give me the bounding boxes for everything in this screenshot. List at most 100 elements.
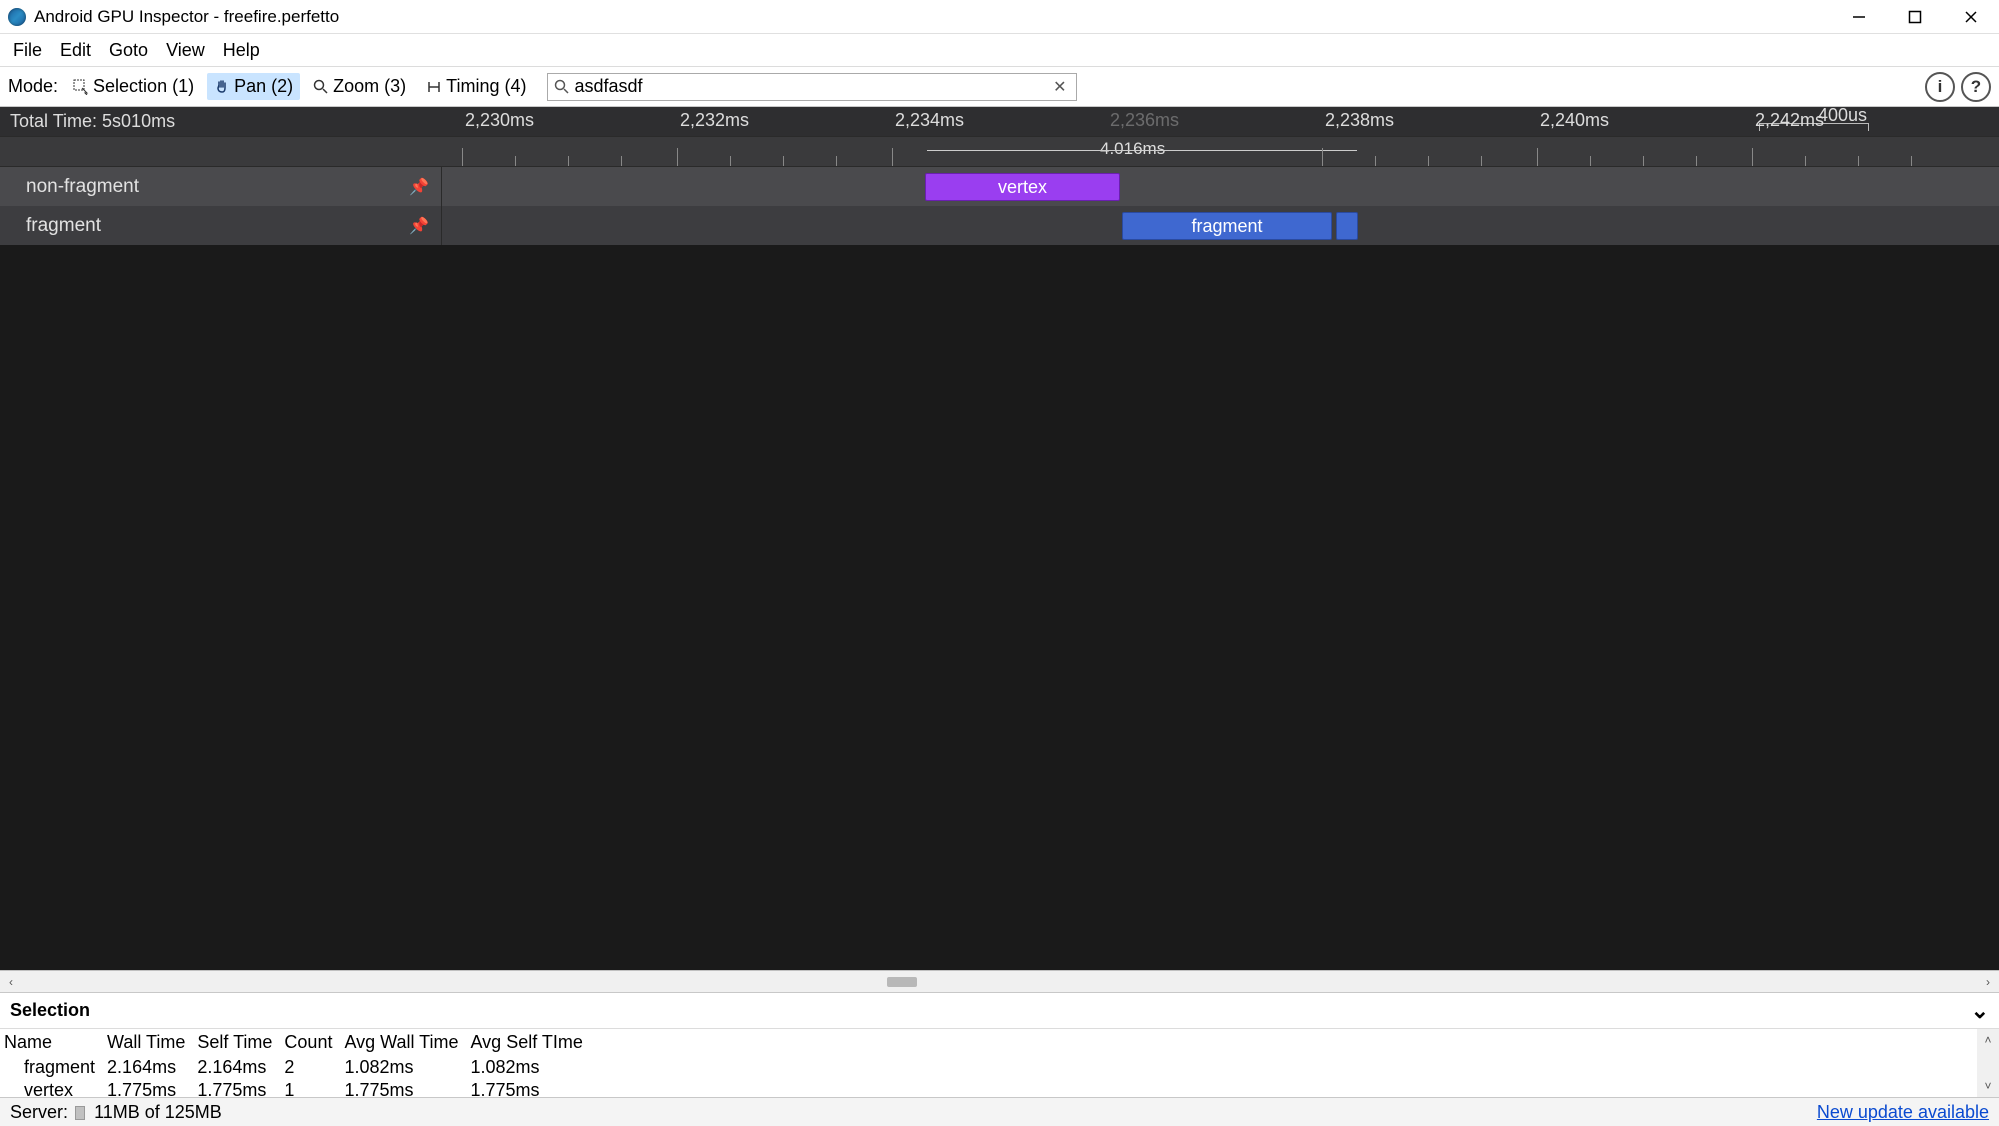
- tick-mark: [1428, 156, 1429, 166]
- update-link[interactable]: New update available: [1817, 1102, 1989, 1123]
- scroll-left-button[interactable]: ‹: [0, 971, 22, 993]
- titlebar-left: Android GPU Inspector - freefire.perfett…: [8, 7, 339, 27]
- track-lane[interactable]: vertex: [442, 167, 1999, 206]
- tick-mark: [1481, 156, 1482, 166]
- selection-vscrollbar[interactable]: ˄ ˅: [1977, 1029, 1999, 1097]
- memory-text: 11MB of 125MB: [94, 1102, 222, 1122]
- scroll-right-button[interactable]: ›: [1977, 971, 1999, 993]
- selection-body: Name Wall Time Self Time Count Avg Wall …: [0, 1029, 1999, 1097]
- col-self-time[interactable]: Self Time: [193, 1029, 280, 1056]
- tick-label: 2,242ms: [1755, 110, 1824, 131]
- total-time-label: Total Time: 5s010ms: [10, 111, 175, 132]
- tracks-background: [0, 245, 1999, 970]
- track-row-fragment[interactable]: fragment 📌 fragment: [0, 206, 1999, 245]
- mode-timing[interactable]: Timing (4): [419, 73, 533, 100]
- pin-icon[interactable]: 📌: [409, 216, 429, 236]
- track-label: non-fragment: [26, 176, 139, 198]
- scroll-up-button[interactable]: ˄: [1977, 1029, 1999, 1051]
- help-icon: ?: [1971, 77, 1981, 97]
- tick-mark: [1911, 156, 1912, 166]
- table-header-row: Name Wall Time Self Time Count Avg Wall …: [0, 1029, 591, 1056]
- timing-icon: [426, 79, 442, 95]
- slice-fragment-tail[interactable]: [1336, 212, 1358, 240]
- col-count[interactable]: Count: [280, 1029, 340, 1056]
- tick-mark: [1805, 156, 1806, 166]
- tick-label: 2,232ms: [680, 110, 749, 131]
- menu-goto[interactable]: Goto: [100, 36, 157, 65]
- cell-name: vertex: [0, 1079, 103, 1097]
- tick-mark: [1643, 156, 1644, 166]
- menu-help[interactable]: Help: [214, 36, 269, 65]
- slice-fragment[interactable]: fragment: [1122, 212, 1332, 240]
- hscroll-thumb[interactable]: [887, 977, 917, 987]
- selection-header: Selection ⌄: [0, 993, 1999, 1029]
- col-name[interactable]: Name: [0, 1029, 103, 1056]
- track-label-cell: non-fragment 📌: [0, 167, 442, 206]
- menu-view[interactable]: View: [157, 36, 214, 65]
- table-row[interactable]: vertex 1.775ms 1.775ms 1 1.775ms 1.775ms: [0, 1079, 591, 1097]
- tick-mark: [783, 156, 784, 166]
- cell-count: 2: [280, 1056, 340, 1079]
- table-row[interactable]: fragment 2.164ms 2.164ms 2 1.082ms 1.082…: [0, 1056, 591, 1079]
- pan-icon: [214, 79, 230, 95]
- search-box[interactable]: ✕: [547, 73, 1077, 101]
- mode-selection[interactable]: Selection (1): [66, 73, 201, 100]
- app-icon: [8, 8, 26, 26]
- selection-range-label: 4.016ms: [1100, 139, 1165, 159]
- selection-panel: Selection ⌄ Name Wall Time Self Time Cou…: [0, 992, 1999, 1097]
- col-avg-self[interactable]: Avg Self TIme: [467, 1029, 591, 1056]
- slice-vertex[interactable]: vertex: [925, 173, 1120, 201]
- search-icon: [554, 79, 570, 95]
- track-row-non-fragment[interactable]: non-fragment 📌 vertex: [0, 167, 1999, 206]
- cell-wall: 1.775ms: [103, 1079, 193, 1097]
- cell-self: 1.775ms: [193, 1079, 280, 1097]
- selection-icon: [73, 79, 89, 95]
- track-label-cell: fragment 📌: [0, 206, 442, 245]
- tick-mark: [515, 156, 516, 166]
- slice-label: vertex: [998, 177, 1047, 198]
- mode-selection-label: Selection (1): [93, 76, 194, 97]
- hscroll-track[interactable]: [22, 975, 1977, 989]
- menubar: File Edit Goto View Help: [0, 34, 1999, 67]
- mode-pan[interactable]: Pan (2): [207, 73, 300, 100]
- cell-avg-self: 1.775ms: [467, 1079, 591, 1097]
- pin-icon[interactable]: 📌: [409, 177, 429, 197]
- titlebar: Android GPU Inspector - freefire.perfett…: [0, 0, 1999, 34]
- help-button[interactable]: ?: [1961, 72, 1991, 102]
- collapse-icon[interactable]: ⌄: [1971, 998, 1989, 1024]
- server-label: Server:: [10, 1102, 68, 1122]
- selection-title: Selection: [10, 1000, 90, 1021]
- zoom-icon: [313, 79, 329, 95]
- scroll-down-button[interactable]: ˅: [1977, 1075, 1999, 1097]
- cell-avg-wall: 1.775ms: [340, 1079, 466, 1097]
- search-input[interactable]: [574, 76, 1049, 97]
- tracks: non-fragment 📌 vertex fragment 📌 fragmen…: [0, 167, 1999, 970]
- search-clear-button[interactable]: ✕: [1049, 77, 1070, 97]
- col-avg-wall[interactable]: Avg Wall Time: [340, 1029, 466, 1056]
- track-lane[interactable]: fragment: [442, 206, 1999, 245]
- status-server: Server: 11MB of 125MB: [10, 1102, 222, 1123]
- info-icon: i: [1938, 77, 1943, 97]
- minimize-button[interactable]: [1831, 0, 1887, 34]
- cell-name: fragment: [0, 1056, 103, 1079]
- col-wall-time[interactable]: Wall Time: [103, 1029, 193, 1056]
- tick-mark: [1322, 148, 1323, 166]
- menu-file[interactable]: File: [4, 36, 51, 65]
- maximize-button[interactable]: [1887, 0, 1943, 34]
- timeline-hscrollbar[interactable]: ‹ ›: [0, 970, 1999, 992]
- tick-mark: [677, 148, 678, 166]
- tick-label: 2,236ms: [1110, 110, 1179, 131]
- close-button[interactable]: [1943, 0, 1999, 34]
- selection-table: Name Wall Time Self Time Count Avg Wall …: [0, 1029, 591, 1097]
- mode-timing-label: Timing (4): [446, 76, 526, 97]
- tick-mark: [892, 148, 893, 166]
- timeline[interactable]: Total Time: 5s010ms 400us 2,230ms 2,232m…: [0, 107, 1999, 970]
- statusbar: Server: 11MB of 125MB New update availab…: [0, 1097, 1999, 1126]
- cell-count: 1: [280, 1079, 340, 1097]
- mode-zoom-label: Zoom (3): [333, 76, 406, 97]
- tick-label: 2,240ms: [1540, 110, 1609, 131]
- mode-zoom[interactable]: Zoom (3): [306, 73, 413, 100]
- menu-edit[interactable]: Edit: [51, 36, 100, 65]
- tick-mark: [462, 148, 463, 166]
- info-button[interactable]: i: [1925, 72, 1955, 102]
